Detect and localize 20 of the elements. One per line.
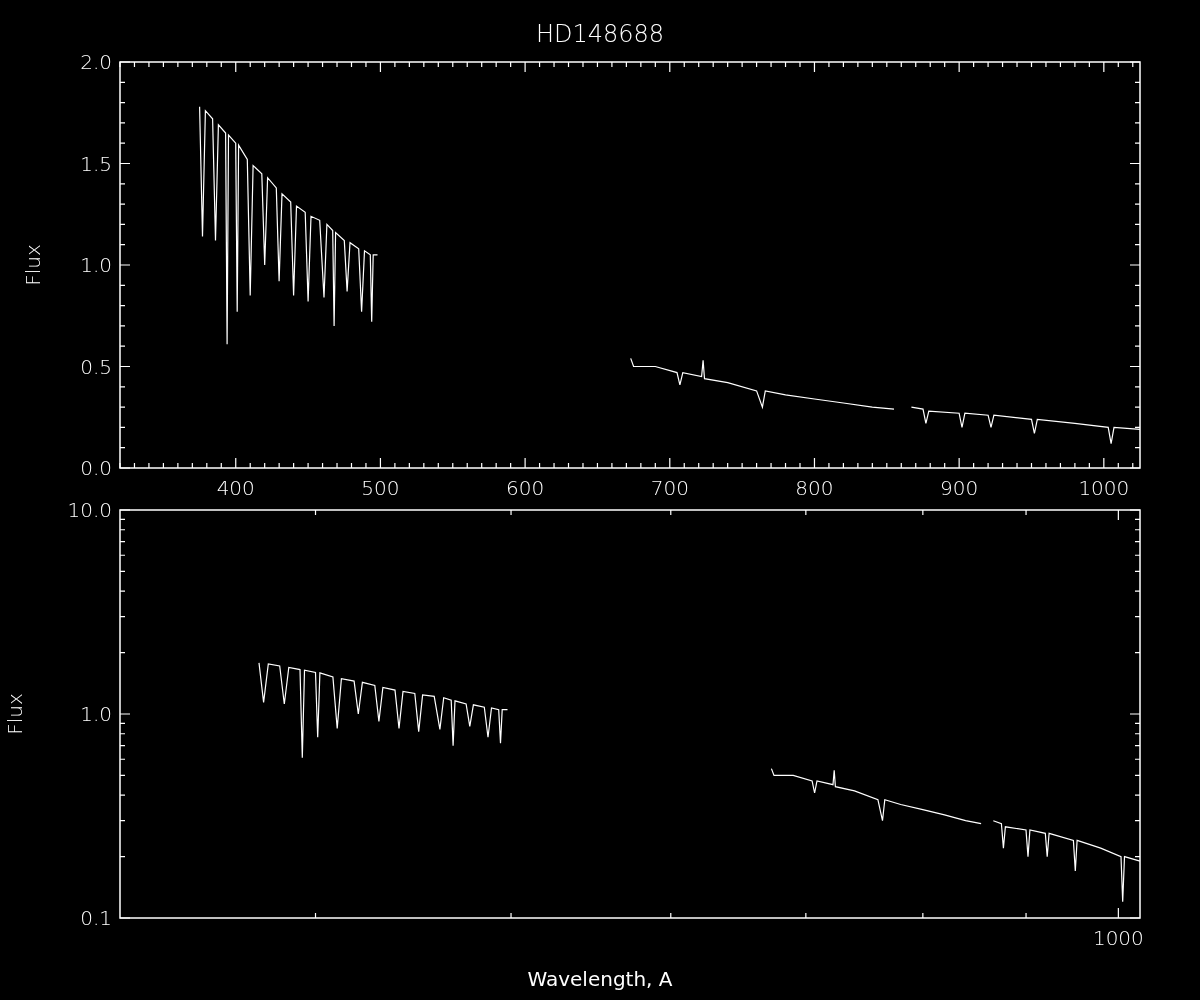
tick-label: 1000 bbox=[1092, 926, 1144, 950]
tick-label: 0.5 bbox=[80, 354, 112, 379]
tick-label: 0.1 bbox=[80, 906, 112, 930]
tick-label: 600 bbox=[506, 476, 545, 500]
y-axis-label: Flux bbox=[21, 244, 45, 286]
x-axis-label: Wavelength, A bbox=[527, 966, 673, 992]
tick-label: 400 bbox=[216, 476, 255, 500]
tick-label: 2.0 bbox=[80, 50, 112, 74]
tick-label: 900 bbox=[940, 476, 979, 500]
chart-title: HD148688 bbox=[534, 19, 666, 48]
tick-label: 1.0 bbox=[80, 253, 112, 277]
tick-label: 0.0 bbox=[80, 456, 112, 480]
tick-label: 1.5 bbox=[80, 151, 112, 176]
tick-label: 1.0 bbox=[80, 702, 112, 726]
tick-label: 1000 bbox=[1078, 476, 1130, 500]
tick-label: 10.0 bbox=[67, 498, 112, 522]
tick-label: 800 bbox=[795, 476, 834, 500]
tick-label: 700 bbox=[650, 476, 689, 500]
y-axis-label: Flux bbox=[3, 693, 27, 735]
tick-label: 500 bbox=[361, 476, 400, 500]
